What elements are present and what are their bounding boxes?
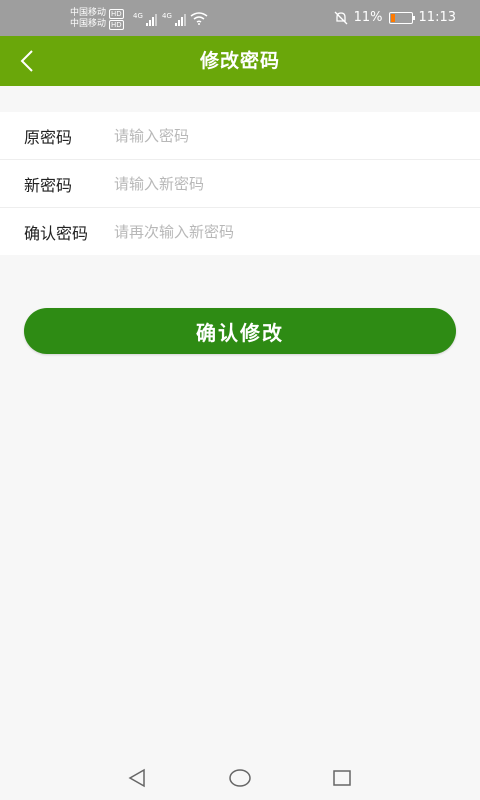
triangle-back-icon [128, 768, 145, 788]
status-bar: 中国移动 HD 中国移动 HD 4G 4G 11% 11:13 [0, 0, 480, 36]
mute-bell-icon [334, 11, 348, 24]
clock: 11:13 [418, 10, 456, 25]
hd-badge-1: HD [109, 8, 124, 19]
square-recents-icon [333, 770, 351, 786]
signal-icon: 4G [133, 12, 157, 26]
status-right: 11% 11:13 [334, 10, 456, 25]
hd-badge-2: HD [109, 19, 124, 30]
password-form: 原密码 新密码 确认密码 [0, 112, 480, 255]
page-title: 修改密码 [199, 50, 280, 72]
title-bar: 修改密码 [0, 36, 480, 86]
carrier-name-2: 中国移动 [70, 19, 107, 29]
network-type-1: 4G [133, 12, 143, 20]
carrier-name-1: 中国移动 [70, 8, 107, 18]
new-password-row: 新密码 [0, 160, 480, 208]
confirm-password-row: 确认密码 [0, 208, 480, 255]
confirm-password-input[interactable] [114, 222, 480, 241]
wifi-icon [190, 12, 208, 25]
confirm-change-button[interactable]: 确认修改 [24, 308, 456, 354]
old-password-row: 原密码 [0, 112, 480, 160]
nav-recents-button[interactable] [330, 766, 354, 790]
network-type-2: 4G [162, 12, 172, 20]
battery-percent: 11% [353, 10, 383, 25]
signal-icon: 4G [162, 12, 186, 26]
new-password-label: 新密码 [24, 175, 73, 195]
confirm-password-label: 确认密码 [24, 223, 89, 243]
old-password-label: 原密码 [24, 127, 73, 147]
nav-home-button[interactable] [228, 766, 252, 790]
new-password-input[interactable] [114, 174, 480, 193]
circle-home-icon [229, 769, 251, 787]
carrier-info: 中国移动 HD 中国移动 HD [70, 8, 124, 30]
old-password-input[interactable] [114, 126, 480, 145]
nav-back-button[interactable] [125, 766, 149, 790]
system-nav-bar [0, 756, 480, 800]
battery-icon [388, 11, 415, 24]
